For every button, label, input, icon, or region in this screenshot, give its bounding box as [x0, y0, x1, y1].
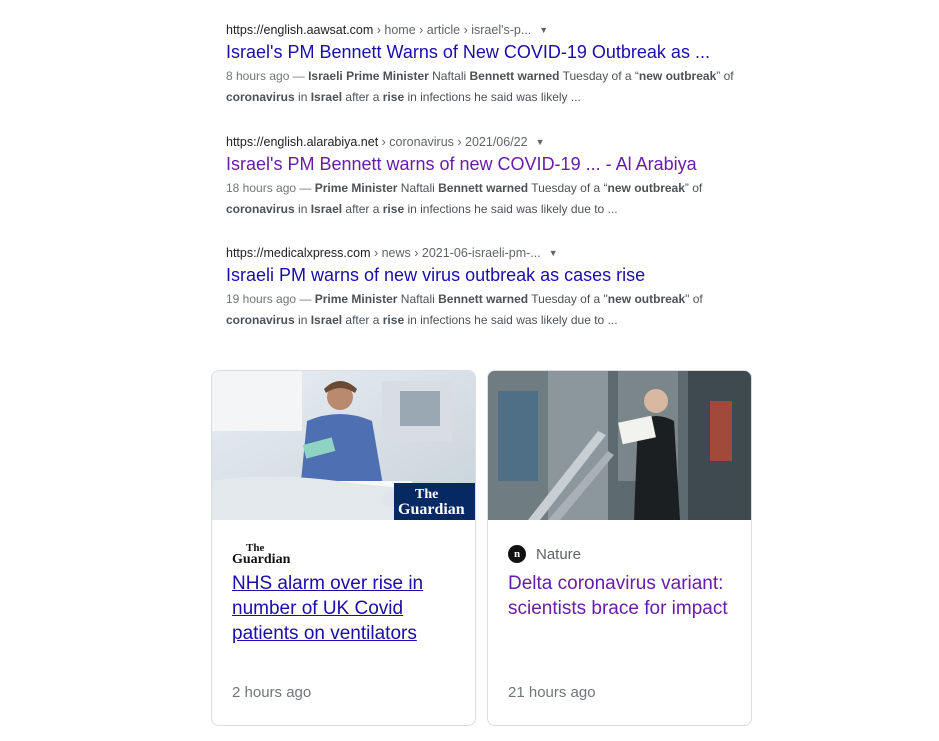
snippet-highlight: Israeli Prime Minister: [308, 69, 429, 83]
snippet-text: in: [294, 202, 311, 216]
snippet-text: Tuesday of a “: [528, 181, 608, 195]
snippet-text: in infections he said was likely due to …: [404, 202, 618, 216]
snippet-highlight: rise: [382, 313, 405, 327]
snippet-highlight: Israel: [310, 313, 343, 327]
snippet-highlight: coronavirus: [226, 313, 295, 327]
search-result: https://medicalxpress.com › news › 2021-…: [226, 243, 786, 331]
result-snippet: 19 hours ago — Prime Minister Naftali Be…: [226, 289, 786, 331]
result-breadcrumb: https://english.aawsat.com › home › arti…: [226, 20, 786, 40]
news-source: The Guardian: [232, 542, 291, 567]
snippet-highlight: new outbreak: [638, 69, 717, 83]
snippet-highlight: rise: [382, 202, 405, 216]
result-title-link[interactable]: Israeli PM warns of new virus outbreak a…: [226, 263, 786, 287]
news-card-time: 21 hours ago: [508, 684, 596, 701]
snippet-highlight: rise: [382, 90, 405, 104]
snippet-highlight: coronavirus: [226, 90, 295, 104]
news-card-guardian[interactable]: The Guardian The Guardian NHS alarm over…: [211, 370, 476, 726]
thumb-logo-text: The: [415, 487, 438, 502]
result-date: 8 hours ago —: [226, 69, 309, 83]
result-date: 18 hours ago —: [226, 181, 315, 195]
result-title-link[interactable]: Israel's PM Bennett Warns of New COVID-1…: [226, 40, 786, 64]
snippet-text: after a: [342, 202, 383, 216]
result-title-link[interactable]: Israel's PM Bennett warns of new COVID-1…: [226, 152, 786, 176]
result-date: 19 hours ago —: [226, 292, 315, 306]
snippet-highlight: Prime Minister: [314, 292, 398, 306]
snippet-text: Naftali: [397, 292, 439, 306]
result-snippet: 8 hours ago — Israeli Prime Minister Naf…: [226, 66, 786, 108]
search-result: https://english.aawsat.com › home › arti…: [226, 20, 786, 108]
result-menu-icon[interactable]: ▼: [549, 243, 558, 263]
snippet-text: Tuesday of a ": [528, 292, 608, 306]
snippet-text: after a: [342, 90, 383, 104]
snippet-text: Naftali: [397, 181, 439, 195]
snippet-highlight: Prime Minister: [314, 181, 398, 195]
snippet-highlight: new outbreak: [607, 292, 686, 306]
snippet-highlight: new outbreak: [607, 181, 685, 195]
snippet-text: in: [294, 313, 311, 327]
result-menu-icon[interactable]: ▼: [536, 132, 545, 152]
snippet-text: ” of: [716, 69, 734, 83]
nature-logo-icon: n: [508, 545, 526, 563]
snippet-highlight: Bennett warned: [438, 181, 529, 195]
news-card-title[interactable]: NHS alarm over rise in number of UK Covi…: [232, 571, 460, 646]
snippet-text: in infections he said was likely ...: [404, 90, 581, 104]
thumb-logo-text: Guardian: [398, 501, 465, 518]
news-card-title[interactable]: Delta coronavirus variant: scientists br…: [508, 571, 736, 621]
result-url: https://english.aawsat.com: [226, 23, 374, 37]
result-menu-icon[interactable]: ▼: [539, 20, 548, 40]
snippet-highlight: coronavirus: [226, 202, 295, 216]
snippet-text: in infections he said was likely due to …: [404, 313, 618, 327]
snippet-highlight: Israel: [310, 202, 343, 216]
news-thumbnail: [488, 371, 751, 520]
news-source: n Nature: [508, 543, 581, 565]
result-path: › news › 2021-06-israeli-pm-...: [370, 246, 541, 260]
news-card-time: 2 hours ago: [232, 684, 312, 701]
search-result: https://english.alarabiya.net › coronavi…: [226, 132, 786, 220]
snippet-text: ” of: [684, 181, 703, 195]
snippet-text: Tuesday of a “: [559, 69, 639, 83]
result-snippet: 18 hours ago — Prime Minister Naftali Be…: [226, 178, 786, 220]
news-card-nature[interactable]: n Nature Delta coronavirus variant: scie…: [487, 370, 752, 726]
snippet-highlight: Bennett warned: [469, 69, 560, 83]
result-breadcrumb: https://english.alarabiya.net › coronavi…: [226, 132, 786, 152]
snippet-text: after a: [342, 313, 383, 327]
snippet-text: " of: [685, 292, 703, 306]
snippet-text: Naftali: [428, 69, 470, 83]
result-url: https://english.alarabiya.net: [226, 135, 379, 149]
news-source-name: Nature: [536, 545, 582, 563]
news-thumbnail: The Guardian: [212, 371, 475, 520]
result-path: › coronavirus › 2021/06/22: [378, 135, 528, 149]
guardian-logo: The Guardian: [232, 542, 291, 567]
result-path: › home › article › israel's-p...: [373, 23, 532, 37]
snippet-highlight: Israel: [310, 90, 343, 104]
result-url: https://medicalxpress.com: [226, 246, 371, 260]
snippet-highlight: Bennett warned: [438, 292, 529, 306]
snippet-text: in: [294, 90, 311, 104]
result-breadcrumb: https://medicalxpress.com › news › 2021-…: [226, 243, 786, 263]
